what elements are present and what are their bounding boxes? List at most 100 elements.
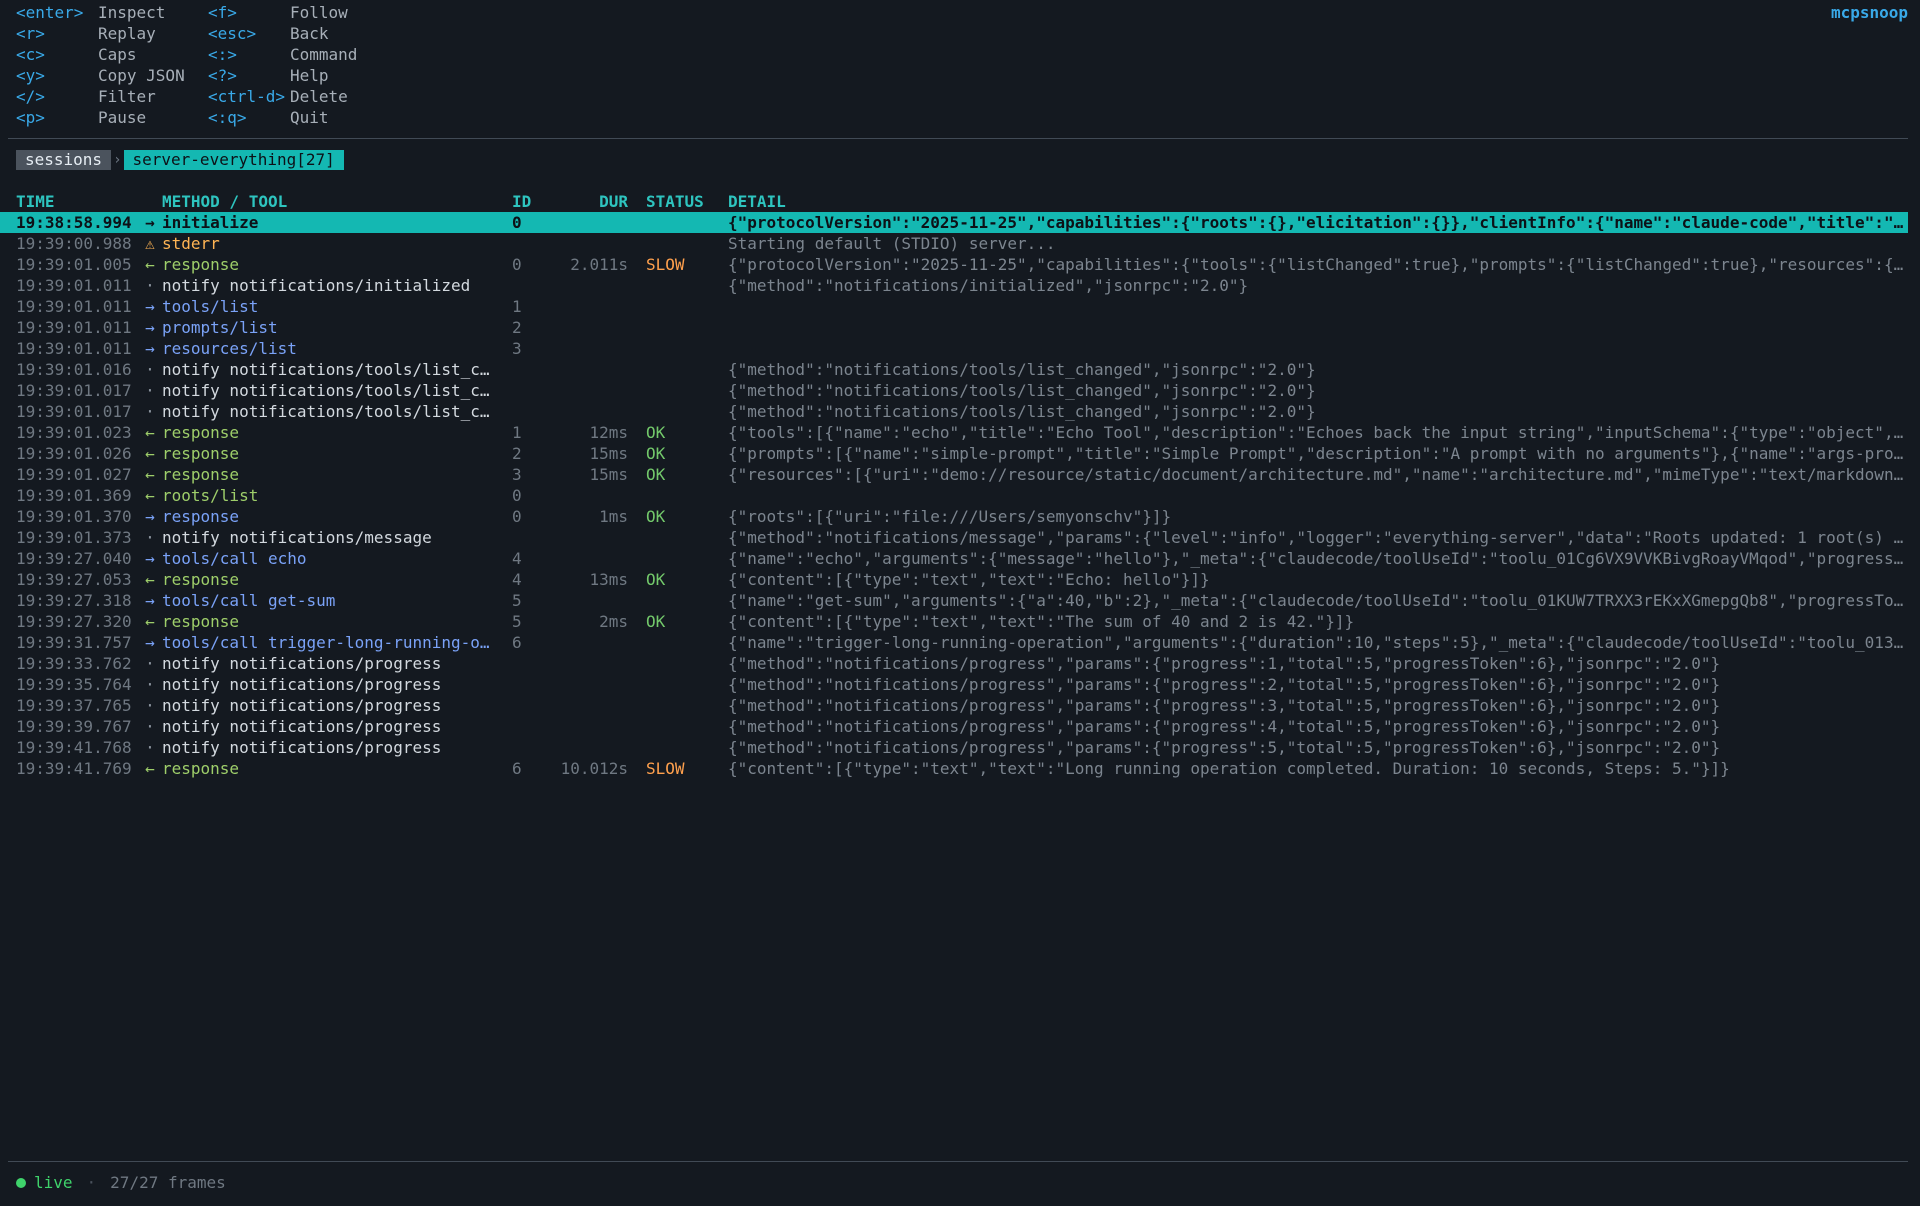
direction-arrow-icon: → [145,318,155,337]
row-method: notify notifications/message [162,528,432,547]
table-row[interactable]: 19:39:01.011 · notify notifications/initia… [0,275,1908,296]
breadcrumb: sessions › server-everything[27] [16,150,344,170]
row-status: OK [646,570,666,589]
keybinding-key: <y> [16,66,45,85]
row-status: OK [646,423,666,442]
status-separator: · [86,1173,97,1192]
row-status: SLOW [646,759,685,778]
table-row[interactable]: 19:39:01.373 · notify notifications/messag… [0,527,1908,548]
keybinding-label: Quit [290,108,329,127]
row-id: 6 [512,633,522,652]
table-row[interactable]: 19:39:01.370 → response 0 1ms OK {"roots":[{"u… [0,506,1908,527]
row-id: 3 [512,465,522,484]
keybinding-key: </> [16,87,45,106]
keybinding-label: Command [290,45,358,64]
row-status: OK [646,507,666,526]
row-id: 0 [512,486,522,505]
row-detail: Starting default (STDIO) server... [728,234,1056,253]
breadcrumb-sessions[interactable]: sessions [16,150,112,170]
row-method: notify notifications/progress [162,717,442,736]
table-header: TIME METHOD / TOOL ID DUR STATUS DETAIL [0,191,1908,212]
live-indicator-icon [16,1178,26,1188]
keybinding-label: Back [290,24,329,43]
row-method: response [162,423,240,442]
direction-arrow-icon: ← [145,255,155,274]
keybinding-label: Inspect [98,3,166,22]
table-row[interactable]: 19:39:31.757 → tools/call trigger-long-run… [0,632,1908,653]
direction-arrow-icon: · [145,675,155,694]
table-row[interactable]: 19:39:41.768 · notify notifications/progre… [0,737,1908,758]
row-time: 19:39:01.011 [16,276,132,295]
table-row[interactable]: 19:39:27.320 ← response 5 2ms OK {"content":[{… [0,611,1908,632]
table-row[interactable]: 19:39:00.988 ⚠ stderr Starting default (STD… [0,233,1908,254]
row-method: response [162,465,240,484]
table-row[interactable]: 19:39:01.011 → prompts/list 2 [0,317,1908,338]
direction-arrow-icon: · [145,654,155,673]
direction-arrow-icon: → [145,549,155,568]
table-row[interactable]: 19:38:58.994 → initialize 0 {"protocolVersio… [0,212,1908,233]
column-header-dur[interactable]: DUR [550,191,628,212]
column-header-method[interactable]: METHOD / TOOL [162,191,490,212]
row-time: 19:39:27.040 [16,549,132,568]
footer-divider [8,1161,1908,1162]
row-time: 19:39:01.011 [16,339,132,358]
row-detail: {"roots":[{"uri":"file:///Users/semyonsc… [728,507,1172,526]
row-method: notify notifications/progress [162,738,442,757]
table-row[interactable]: 19:39:01.005 ← response 0 2.011s SLOW {"protoc… [0,254,1908,275]
keybinding-key: <f> [208,3,237,22]
row-detail: {"method":"notifications/progress","para… [728,696,1721,715]
row-id: 5 [512,591,522,610]
breadcrumb-current-session[interactable]: server-everything[27] [123,150,344,170]
row-detail: {"method":"notifications/tools/list_chan… [728,381,1316,400]
row-duration: 2ms [599,612,628,631]
table-row[interactable]: 19:39:33.762 · notify notifications/progre… [0,653,1908,674]
direction-arrow-icon: ← [145,423,155,442]
column-header-detail[interactable]: DETAIL [728,191,1904,212]
table-row[interactable]: 19:39:01.023 ← response 1 12ms OK {"tools":[{"… [0,422,1908,443]
row-method: roots/list [162,486,259,505]
table-row[interactable]: 19:39:27.040 → tools/call echo 4 {"name":"ec… [0,548,1908,569]
row-detail: {"name":"trigger-long-running-operation"… [728,633,1904,652]
table-row[interactable]: 19:39:01.026 ← response 2 15ms OK {"prompts":[… [0,443,1908,464]
column-header-status[interactable]: STATUS [646,191,716,212]
row-time: 19:39:01.026 [16,444,132,463]
row-id: 4 [512,570,522,589]
row-time: 19:39:01.027 [16,465,132,484]
breadcrumb-separator-icon: › [113,152,122,168]
row-detail: {"method":"notifications/tools/list_chan… [728,360,1316,379]
table-row[interactable]: 19:39:01.017 · notify notifications/tools/… [0,401,1908,422]
row-method: response [162,612,240,631]
direction-arrow-icon: → [145,633,155,652]
row-time: 19:39:27.318 [16,591,132,610]
direction-arrow-icon: · [145,717,155,736]
row-duration: 2.011s [570,255,628,274]
table-row[interactable]: 19:39:01.027 ← response 3 15ms OK {"resources"… [0,464,1908,485]
table-row[interactable]: 19:39:01.016 · notify notifications/tools/… [0,359,1908,380]
table-row[interactable]: 19:39:37.765 · notify notifications/progre… [0,695,1908,716]
row-detail: {"name":"get-sum","arguments":{"a":40,"b… [728,591,1904,610]
column-header-id[interactable]: ID [512,191,552,212]
table-row[interactable]: 19:39:41.769 ← response 6 10.012s SLOW {"conte… [0,758,1908,779]
row-time: 19:39:39.767 [16,717,132,736]
table-row[interactable]: 19:39:35.764 · notify notifications/progre… [0,674,1908,695]
row-method: notify notifications/progress [162,696,442,715]
table-row[interactable]: 19:39:01.369 ← roots/list 0 [0,485,1908,506]
table-row[interactable]: 19:39:01.011 → tools/list 1 [0,296,1908,317]
table-row[interactable]: 19:39:01.017 · notify notifications/tools/… [0,380,1908,401]
table-row[interactable]: 19:39:39.767 · notify notifications/progre… [0,716,1908,737]
row-method: resources/list [162,339,297,358]
table-row[interactable]: 19:39:27.318 → tools/call get-sum 5 {"name":… [0,590,1908,611]
table-row[interactable]: 19:39:01.011 → resources/list 3 [0,338,1908,359]
row-time: 19:39:27.320 [16,612,132,631]
keybinding-key: <ctrl-d> [208,87,286,106]
row-duration: 15ms [589,444,628,463]
row-detail: {"method":"notifications/progress","para… [728,717,1721,736]
direction-arrow-icon: → [145,339,155,358]
keybinding-key: <r> [16,24,45,43]
table-row[interactable]: 19:39:27.053 ← response 4 13ms OK {"content":[… [0,569,1908,590]
row-duration: 10.012s [560,759,628,778]
row-time: 19:39:41.768 [16,738,132,757]
row-duration: 12ms [589,423,628,442]
row-time: 19:39:41.769 [16,759,132,778]
column-header-time[interactable]: TIME [16,191,136,212]
